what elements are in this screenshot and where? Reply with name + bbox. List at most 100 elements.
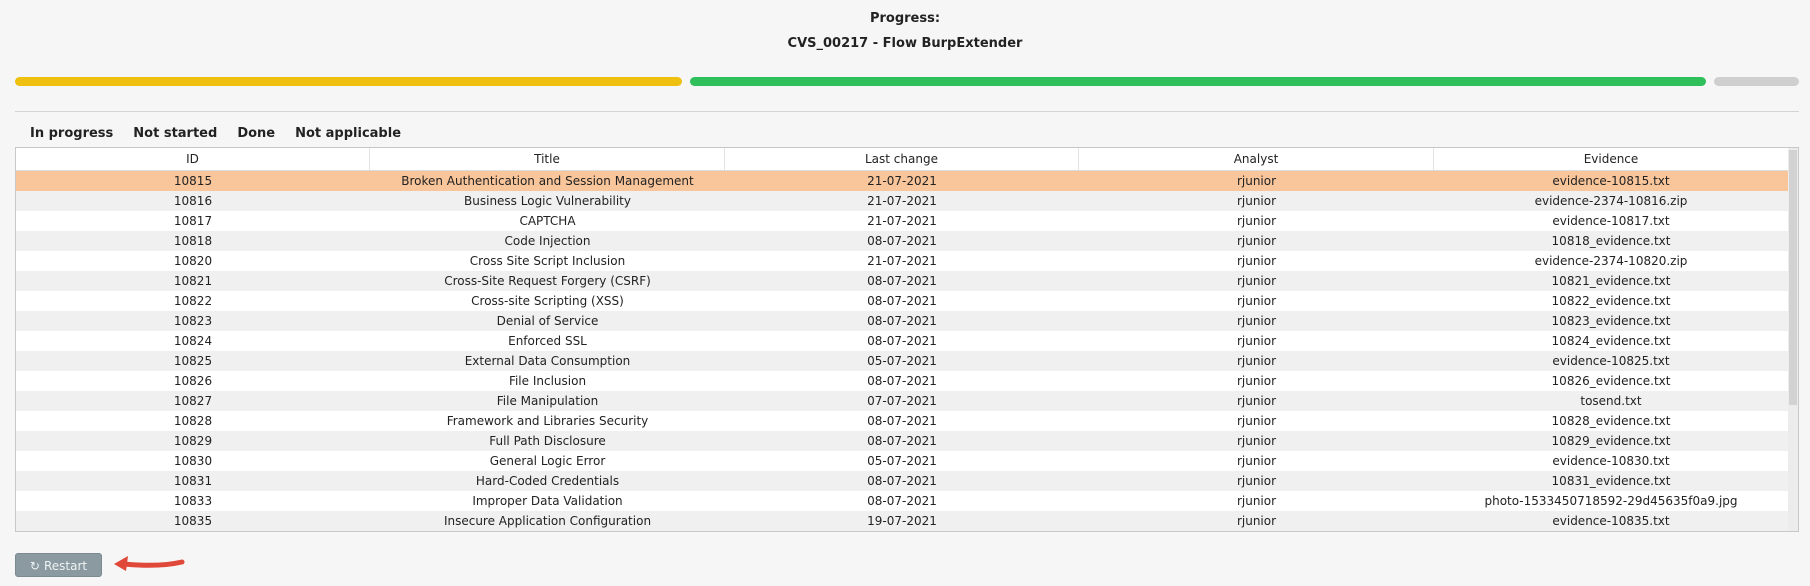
cell-last-change: 19-07-2021 — [867, 514, 937, 528]
table-row[interactable]: 10822 Cross-site Scripting (XSS) 08-07-202… — [16, 291, 1798, 311]
cell-title: Broken Authentication and Session Manage… — [401, 174, 694, 188]
cell-last-change: 08-07-2021 — [867, 374, 937, 388]
cell-id: 10815 — [173, 174, 213, 188]
cell-id: 10821 — [173, 274, 213, 288]
tab-not-applicable[interactable]: Not applicable — [285, 124, 411, 147]
cell-title: General Logic Error — [489, 454, 606, 468]
cell-last-change: 21-07-2021 — [867, 174, 937, 188]
cell-title: Full Path Disclosure — [489, 434, 606, 448]
cell-analyst: rjunior — [1236, 194, 1277, 208]
cell-title: Cross-site Scripting (XSS) — [471, 294, 624, 308]
cell-last-change: 21-07-2021 — [867, 254, 937, 268]
cell-id: 10827 — [173, 394, 213, 408]
cell-analyst: rjunior — [1236, 454, 1277, 468]
tab-in-progress[interactable]: In progress — [20, 124, 123, 147]
cell-analyst: rjunior — [1236, 234, 1277, 248]
cell-id: 10825 — [173, 354, 213, 368]
results-table: ID Title Last change Analyst Evidence 10… — [15, 147, 1799, 532]
table-header: ID Title Last change Analyst Evidence — [16, 148, 1798, 171]
column-header-last-change[interactable]: Last change — [725, 148, 1079, 170]
tab-not-started[interactable]: Not started — [123, 124, 227, 147]
cell-last-change: 08-07-2021 — [867, 234, 937, 248]
column-header-id[interactable]: ID — [16, 148, 370, 170]
table-scrollbar[interactable] — [1788, 148, 1798, 531]
cell-analyst: rjunior — [1236, 254, 1277, 268]
table-row[interactable]: 10826 File Inclusion 08-07-2021 rjunior 1082… — [16, 371, 1798, 391]
cell-analyst: rjunior — [1236, 174, 1277, 188]
cell-last-change: 08-07-2021 — [867, 274, 937, 288]
cell-last-change: 08-07-2021 — [867, 474, 937, 488]
cell-evidence: 10828_evidence.txt — [1551, 414, 1671, 428]
cell-evidence: evidence-10815.txt — [1552, 174, 1670, 188]
cell-id: 10824 — [173, 334, 213, 348]
table-row[interactable]: 10823 Denial of Service 08-07-2021 rjunior 1… — [16, 311, 1798, 331]
cell-evidence: tosend.txt — [1580, 394, 1642, 408]
table-row[interactable]: 10829 Full Path Disclosure 08-07-2021 rjuni… — [16, 431, 1798, 451]
table-row[interactable]: 10815 Broken Authentication and Session M… — [16, 171, 1798, 191]
table-row[interactable]: 10818 Code Injection 08-07-2021 rjunior 1081… — [16, 231, 1798, 251]
cell-title: Code Injection — [504, 234, 591, 248]
cell-title: External Data Consumption — [464, 354, 631, 368]
cell-evidence: evidence-10835.txt — [1552, 514, 1670, 528]
cell-analyst: rjunior — [1236, 314, 1277, 328]
cell-analyst: rjunior — [1236, 434, 1277, 448]
cell-id: 10823 — [173, 314, 213, 328]
column-header-analyst[interactable]: Analyst — [1079, 148, 1434, 170]
cell-analyst: rjunior — [1236, 374, 1277, 388]
cell-evidence: 10822_evidence.txt — [1551, 294, 1671, 308]
table-row[interactable]: 10830 General Logic Error 05-07-2021 rjunio… — [16, 451, 1798, 471]
cell-evidence: evidence-10825.txt — [1552, 354, 1670, 368]
cell-evidence: evidence-2374-10820.zip — [1534, 254, 1688, 268]
table-row[interactable]: 10831 Hard-Coded Credentials 08-07-2021 rju… — [16, 471, 1798, 491]
cell-last-change: 08-07-2021 — [867, 334, 937, 348]
column-header-title[interactable]: Title — [370, 148, 725, 170]
cell-analyst: rjunior — [1236, 494, 1277, 508]
progress-label: Progress: — [869, 11, 941, 26]
cell-id: 10820 — [173, 254, 213, 268]
table-row[interactable]: 10835 Insecure Application Configuration 1… — [16, 511, 1798, 531]
cell-title: Insecure Application Configuration — [443, 514, 652, 528]
table-row[interactable]: 10816 Business Logic Vulnerability 21-07-2… — [16, 191, 1798, 211]
table-row[interactable]: 10827 File Manipulation 07-07-2021 rjunior t… — [16, 391, 1798, 411]
cell-evidence: evidence-10817.txt — [1552, 214, 1670, 228]
table-row[interactable]: 10828 Framework and Libraries Security 08-… — [16, 411, 1798, 431]
progress-segment-in-progress — [15, 77, 682, 86]
column-header-evidence[interactable]: Evidence — [1434, 148, 1788, 170]
progress-segment-done — [690, 77, 1706, 86]
cell-title: Hard-Coded Credentials — [475, 474, 620, 488]
cell-last-change: 08-07-2021 — [867, 414, 937, 428]
cell-last-change: 08-07-2021 — [867, 314, 937, 328]
tab-done[interactable]: Done — [227, 124, 286, 149]
cell-id: 10828 — [173, 414, 213, 428]
table-row[interactable]: 10820 Cross Site Script Inclusion 21-07-20… — [16, 251, 1798, 271]
cell-id: 10831 — [173, 474, 213, 488]
table-row[interactable]: 10833 Improper Data Validation 08-07-2021 r… — [16, 491, 1798, 511]
annotation-arrow-icon — [114, 556, 185, 571]
cell-analyst: rjunior — [1236, 414, 1277, 428]
cell-evidence: 10831_evidence.txt — [1551, 474, 1671, 488]
cell-evidence: 10821_evidence.txt — [1551, 274, 1671, 288]
restart-button[interactable]: ↻ Restart — [15, 553, 102, 577]
cell-last-change: 05-07-2021 — [867, 354, 937, 368]
status-tabs: In progress Not started Done Not applica… — [20, 124, 411, 149]
cell-analyst: rjunior — [1236, 334, 1277, 348]
scrollbar-thumb[interactable] — [1789, 150, 1797, 405]
cell-evidence: evidence-2374-10816.zip — [1534, 194, 1688, 208]
refresh-icon: ↻ — [29, 559, 40, 573]
cell-id: 10835 — [173, 514, 213, 528]
cell-id: 10817 — [173, 214, 213, 228]
cell-title: File Inclusion — [508, 374, 587, 388]
table-row[interactable]: 10821 Cross-Site Request Forgery (CSRF) 08… — [16, 271, 1798, 291]
cell-id: 10829 — [173, 434, 213, 448]
cell-last-change: 07-07-2021 — [867, 394, 937, 408]
table-row[interactable]: 10817 CAPTCHA 21-07-2021 rjunior evidence-10… — [16, 211, 1798, 231]
cell-evidence: 10824_evidence.txt — [1551, 334, 1671, 348]
table-body: 10815 Broken Authentication and Session M… — [16, 171, 1798, 531]
cell-title: Cross-Site Request Forgery (CSRF) — [444, 274, 651, 288]
cell-last-change: 08-07-2021 — [867, 294, 937, 308]
cell-title: Improper Data Validation — [472, 494, 623, 508]
cell-id: 10830 — [173, 454, 213, 468]
table-row[interactable]: 10824 Enforced SSL 08-07-2021 rjunior 10824_… — [16, 331, 1798, 351]
table-row[interactable]: 10825 External Data Consumption 05-07-2021… — [16, 351, 1798, 371]
cell-id: 10833 — [173, 494, 213, 508]
